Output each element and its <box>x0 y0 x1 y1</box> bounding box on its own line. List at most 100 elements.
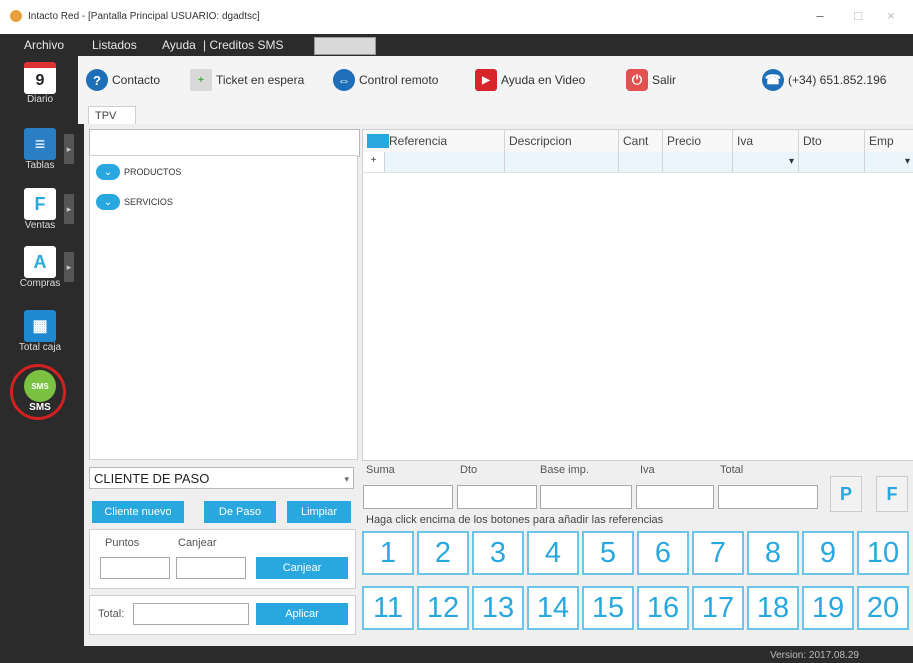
total-field <box>718 485 818 509</box>
column-header-referencia[interactable]: Referencia <box>385 130 505 152</box>
iva-field <box>636 485 714 509</box>
quick-ref-button[interactable]: 8 <box>747 531 799 575</box>
power-off-icon: ⏻ <box>626 69 648 91</box>
quick-ref-button[interactable]: 17 <box>692 586 744 630</box>
dropdown-arrow-icon[interactable]: ▸ <box>64 134 74 164</box>
cell-referencia[interactable] <box>385 152 505 172</box>
dropdown-arrow-icon[interactable]: ▸ <box>64 252 74 282</box>
total-amount-label: Total <box>720 464 744 476</box>
cell-iva-dropdown[interactable]: ▾ <box>733 152 799 172</box>
quick-ref-button[interactable]: 5 <box>582 531 634 575</box>
quick-ref-button[interactable]: 7 <box>692 531 744 575</box>
tree-node-servicios[interactable]: ⌄ SERVICIOS <box>96 192 173 212</box>
tree-node-label: PRODUCTOS <box>124 167 182 177</box>
cell-dto[interactable] <box>799 152 865 172</box>
column-header-descripcion[interactable]: Descripcion <box>505 130 619 152</box>
column-header-dto[interactable]: Dto <box>799 130 865 152</box>
close-button[interactable]: × <box>876 6 906 26</box>
product-tree: ⌄ PRODUCTOS ⌄ SERVICIOS <box>89 155 358 460</box>
quick-buttons-hint: Haga click encima de los botones para añ… <box>366 514 664 526</box>
cell-descripcion[interactable] <box>505 152 619 172</box>
expand-chevron-icon[interactable]: ⌄ <box>96 164 120 180</box>
maximize-button[interactable]: □ <box>843 6 873 26</box>
quick-ref-button[interactable]: 13 <box>472 586 524 630</box>
limpiar-button[interactable]: Limpiar <box>287 501 351 523</box>
cell-emp-dropdown[interactable]: ▾ <box>865 152 913 172</box>
sidebar: 9 Diario ≡ ▸ Tablas F ▸ Ventas A ▸ Compr… <box>0 56 78 646</box>
quick-ref-button[interactable]: 2 <box>417 531 469 575</box>
control-label: Control remoto <box>359 73 439 87</box>
purchases-document-icon: A <box>24 246 56 278</box>
cell-cant[interactable] <box>619 152 663 172</box>
column-header-precio[interactable]: Precio <box>663 130 733 152</box>
invoice-button[interactable]: F <box>876 476 908 512</box>
canjear-button[interactable]: Canjear <box>256 557 348 579</box>
minimize-button[interactable]: – <box>805 6 835 26</box>
dto-label: Dto <box>460 464 478 476</box>
sms-credit-field <box>314 37 376 55</box>
quick-ref-button[interactable]: 4 <box>527 531 579 575</box>
dto-field <box>457 485 537 509</box>
window-titlebar: Intacto Red - [Pantalla Principal USUARI… <box>0 0 913 35</box>
sidebar-item-sms[interactable]: SMS SMS <box>6 364 74 420</box>
quick-ref-button[interactable]: 15 <box>582 586 634 630</box>
control-remoto-button[interactable]: ⇔ Control remoto <box>333 68 438 92</box>
puntos-field[interactable] <box>100 557 170 579</box>
tree-node-productos[interactable]: ⌄ PRODUCTOS <box>96 162 181 182</box>
sidebar-item-label: Diario <box>26 94 54 105</box>
quick-ref-button[interactable]: 1 <box>362 531 414 575</box>
menu-listados[interactable]: Listados <box>92 38 137 52</box>
ayuda-video-button[interactable]: ▶ Ayuda en Video <box>475 68 585 92</box>
phone-contact: ☎ (+34) 651.852.196 <box>762 68 886 92</box>
quick-ref-button[interactable]: 6 <box>637 531 689 575</box>
ticket-en-espera-button[interactable]: + Ticket en espera <box>190 68 304 92</box>
cliente-nuevo-button[interactable]: Cliente nuevo <box>92 501 184 523</box>
menu-ayuda[interactable]: Ayuda <box>162 38 196 52</box>
quick-ref-button[interactable]: 11 <box>362 586 414 630</box>
canjear-label: Canjear <box>178 537 217 549</box>
de-paso-button[interactable]: De Paso <box>204 501 276 523</box>
quick-ref-button[interactable]: 20 <box>857 586 909 630</box>
quick-ref-button[interactable]: 9 <box>802 531 854 575</box>
tab-strip <box>78 106 913 124</box>
cell-precio[interactable] <box>663 152 733 172</box>
quick-ref-button[interactable]: 10 <box>857 531 909 575</box>
expand-chevron-icon[interactable]: ⌄ <box>96 194 120 210</box>
quick-ref-button[interactable]: 16 <box>637 586 689 630</box>
highlight-circle <box>10 364 66 420</box>
total-discount-field[interactable] <box>133 603 249 625</box>
table-row[interactable]: + ▾ ▾ <box>363 152 913 173</box>
quick-ref-button[interactable]: 14 <box>527 586 579 630</box>
quick-ref-button[interactable]: 19 <box>802 586 854 630</box>
quick-ref-button[interactable]: 3 <box>472 531 524 575</box>
suma-field <box>363 485 453 509</box>
salir-button[interactable]: ⏻ Salir <box>626 68 676 92</box>
aplicar-button[interactable]: Aplicar <box>256 603 348 625</box>
version-label: Version: 2017.08.29 <box>770 650 859 661</box>
tab-tpv[interactable]: TPV <box>88 106 136 125</box>
chevron-down-icon[interactable]: ▾ <box>344 468 349 490</box>
sidebar-item-total-caja[interactable]: ▦ Total caja <box>6 310 74 353</box>
base-imponible-label: Base imp. <box>540 464 589 476</box>
remote-control-icon: ⇔ <box>333 69 355 91</box>
customer-select[interactable]: CLIENTE DE PASO ▾ <box>89 467 354 489</box>
column-header-cant[interactable]: Cant <box>619 130 663 152</box>
sidebar-item-compras[interactable]: A ▸ Compras <box>6 246 74 289</box>
sidebar-item-ventas[interactable]: F ▸ Ventas <box>6 188 74 231</box>
dropdown-arrow-icon[interactable]: ▸ <box>64 194 74 224</box>
print-ticket-button[interactable]: P <box>830 476 862 512</box>
quick-ref-button[interactable]: 18 <box>747 586 799 630</box>
quick-ref-button[interactable]: 12 <box>417 586 469 630</box>
menu-archivo[interactable]: Archivo <box>24 38 64 52</box>
phone-icon: ☎ <box>762 69 784 91</box>
canjear-field[interactable] <box>176 557 246 579</box>
column-header-iva[interactable]: Iva <box>733 130 799 152</box>
contacto-button[interactable]: ? Contacto <box>86 68 160 92</box>
suma-label: Suma <box>366 464 395 476</box>
iva-label: Iva <box>640 464 655 476</box>
product-search-input[interactable] <box>89 129 360 157</box>
contacto-label: Contacto <box>112 73 161 87</box>
sidebar-item-tablas[interactable]: ≡ ▸ Tablas <box>6 128 74 171</box>
sidebar-item-diario[interactable]: 9 Diario <box>6 62 74 105</box>
column-header-emp[interactable]: Emp <box>865 130 913 152</box>
